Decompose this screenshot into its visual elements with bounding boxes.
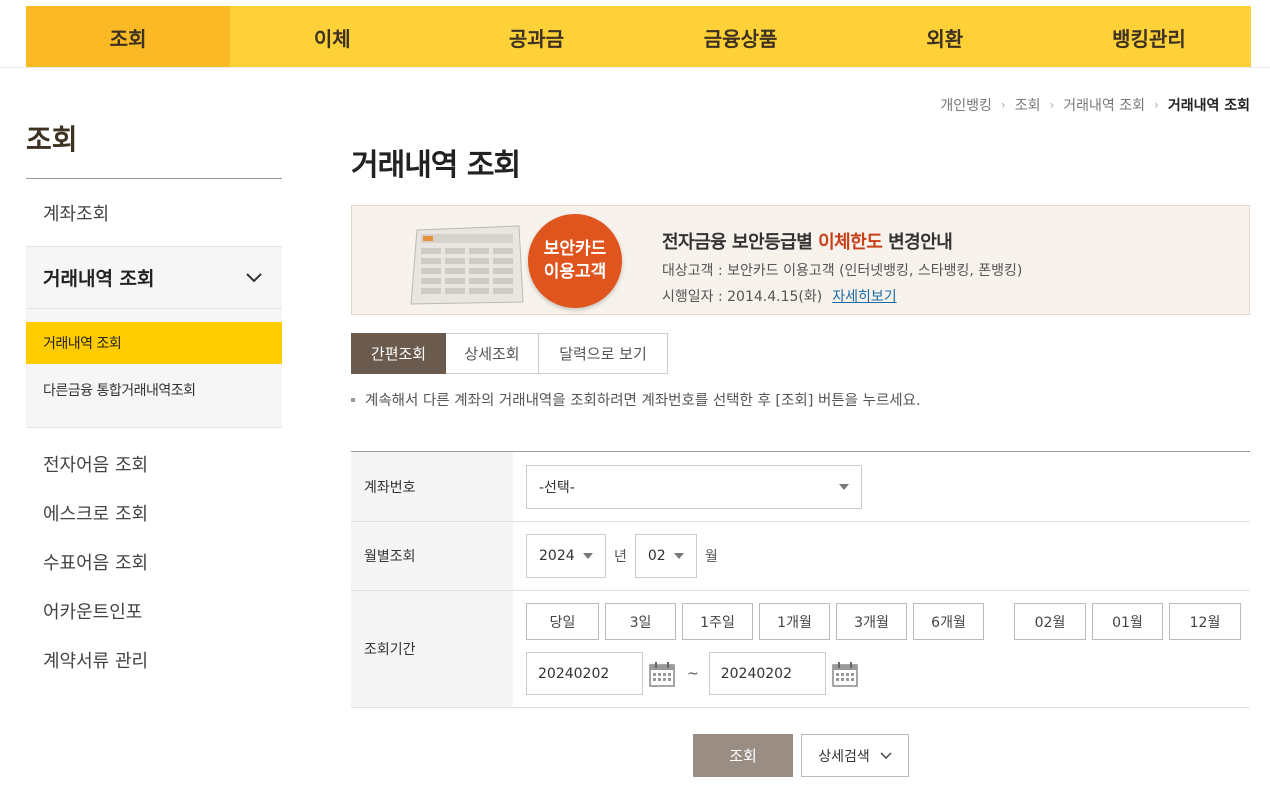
tab-simple-inquiry[interactable]: 간편조회 (351, 333, 446, 374)
sidebar-title: 조회 (26, 123, 78, 156)
chevron-down-icon (246, 272, 262, 282)
breadcrumb: 개인뱅킹 › 조회 › 거래내역 조회 › 거래내역 조회 (940, 95, 1250, 115)
period-label: 조회기간 (351, 591, 513, 707)
sidebar-item-contract-documents[interactable]: 계약서류 관리 (26, 635, 282, 684)
global-nav: 조회 이체 공과금 금융상품 외환 뱅킹관리 (26, 6, 1251, 68)
month-select[interactable]: 02 (634, 534, 697, 578)
security-notice-banner: 보안카드 이용고객 전자금융 보안등급별 이체한도 변경안내 대상고객 : 보안… (351, 205, 1250, 315)
banner-date-row: 시행일자 : 2014.4.15(화) 자세히보기 (662, 286, 1022, 306)
headline-highlight: 이체한도 (818, 232, 883, 253)
sidebar-group-transaction-history: 거래내역 조회 거래내역 조회 다른금융 통합거래내역조회 (26, 247, 282, 428)
account-cell: -선택- (513, 452, 1250, 521)
month-select-value: 02 (647, 548, 666, 564)
gnb-item-utility-bills[interactable]: 공과금 (434, 6, 638, 68)
year-unit: 년 (614, 549, 627, 565)
sidebar: 계좌조회 거래내역 조회 거래내역 조회 다른금융 통합거래내역조회 전자어음 … (26, 179, 282, 684)
caret-down-icon (583, 553, 593, 559)
sidebar-group-label: 거래내역 조회 (43, 268, 155, 290)
account-select-value: -선택- (539, 479, 575, 496)
headline-text: 전자금융 보안등급별 (662, 232, 819, 253)
bullet-icon (351, 397, 355, 402)
chevron-right-icon: › (1000, 98, 1006, 112)
period-button-row: 당일 3일 1주일 1개월 3개월 6개월 02월 01월 12월 (526, 603, 1247, 640)
sidebar-subitem-transaction-history[interactable]: 거래내역 조회 (26, 322, 282, 364)
gnb-item-financial-products[interactable]: 금융상품 (639, 6, 843, 68)
sidebar-item-account-info[interactable]: 어카운트인포 (26, 586, 282, 635)
period-today-button[interactable]: 당일 (526, 603, 599, 640)
sidebar-item-account-inquiry[interactable]: 계좌조회 (26, 179, 282, 247)
period-cell: 당일 3일 1주일 1개월 3개월 6개월 02월 01월 12월 202402… (513, 591, 1250, 707)
banner-date-line: 시행일자 : 2014.4.15(화) (662, 289, 823, 305)
detail-search-button[interactable]: 상세검색 (801, 734, 909, 777)
gnb-item-inquiry[interactable]: 조회 (26, 6, 231, 68)
inquiry-tabs: 간편조회 상세조회 달력으로 보기 (351, 333, 668, 374)
search-button[interactable]: 조회 (693, 734, 793, 777)
gnb-item-transfer[interactable]: 이체 (230, 6, 434, 68)
monthly-cell: 2024 년 02 월 (513, 522, 1250, 590)
notice-text: 계속해서 다른 계좌의 거래내역을 조회하려면 계좌번호를 선택한 후 [조회]… (365, 393, 921, 409)
account-select[interactable]: -선택- (526, 464, 862, 509)
notice: 계속해서 다른 계좌의 거래내역을 조회하려면 계좌번호를 선택한 후 [조회]… (351, 389, 921, 410)
sidebar-rest: 전자어음 조회 에스크로 조회 수표어음 조회 어카운트인포 계약서류 관리 (26, 428, 282, 684)
month-unit: 월 (704, 549, 718, 565)
badge-line: 보안카드 (543, 239, 607, 260)
month-jan-button[interactable]: 01월 (1092, 603, 1163, 640)
sidebar-item-check-bill[interactable]: 수표어음 조회 (26, 537, 282, 586)
badge-line: 이용고객 (543, 262, 607, 282)
sidebar-item-electronic-bill[interactable]: 전자어음 조회 (26, 439, 282, 488)
headline-text: 변경안내 (882, 232, 953, 253)
gnb-divider (0, 67, 1270, 68)
calendar-icon[interactable] (649, 661, 675, 687)
sidebar-subitem-integrated-history[interactable]: 다른금융 통합거래내역조회 (26, 369, 282, 411)
tab-detailed-inquiry[interactable]: 상세조회 (446, 333, 539, 374)
chevron-right-icon: › (1049, 98, 1055, 112)
form-row-period: 조회기간 당일 3일 1주일 1개월 3개월 6개월 02월 01월 12월 2… (351, 591, 1250, 708)
period-6months-button[interactable]: 6개월 (913, 603, 984, 640)
detail-search-label: 상세검색 (818, 748, 870, 765)
banner-headline: 전자금융 보안등급별 이체한도 변경안내 (662, 228, 1022, 254)
year-select[interactable]: 2024 (526, 534, 606, 578)
breadcrumb-current: 거래내역 조회 (1167, 98, 1250, 114)
monthly-label: 월별조회 (351, 522, 513, 590)
sidebar-group-header[interactable]: 거래내역 조회 (26, 247, 282, 309)
details-link[interactable]: 자세히보기 (832, 289, 896, 305)
tab-calendar-view[interactable]: 달력으로 보기 (539, 333, 668, 374)
period-1week-button[interactable]: 1주일 (682, 603, 753, 640)
period-3days-button[interactable]: 3일 (605, 603, 676, 640)
breadcrumb-item[interactable]: 거래내역 조회 (1063, 95, 1145, 115)
chevron-down-icon (880, 751, 892, 759)
chevron-right-icon: › (1154, 98, 1159, 112)
gnb-item-banking-management[interactable]: 뱅킹관리 (1047, 6, 1251, 68)
banner-target-line: 대상고객 : 보안카드 이용고객 (인터넷뱅킹, 스타뱅킹, 폰뱅킹) (662, 263, 1023, 279)
security-card-icon (410, 225, 524, 305)
breadcrumb-item[interactable]: 조회 (1015, 95, 1041, 115)
period-3months-button[interactable]: 3개월 (836, 603, 907, 640)
form-row-account: 계좌번호 -선택- (351, 452, 1250, 522)
account-label: 계좌번호 (351, 452, 513, 521)
security-card-badge: 보안카드 이용고객 (528, 214, 622, 308)
breadcrumb-item[interactable]: 개인뱅킹 (940, 95, 992, 115)
date-range-separator: ~ (687, 665, 699, 682)
page-title: 거래내역 조회 (351, 148, 521, 183)
caret-down-icon (839, 483, 849, 490)
inquiry-form: 계좌번호 -선택- 월별조회 2024 년 02 월 조회기간 당일 3일 1주… (351, 451, 1250, 708)
date-range-row: 20240202 ~ 20240202 (526, 652, 864, 695)
calendar-icon[interactable] (831, 661, 858, 687)
banner-text: 전자금융 보안등급별 이체한도 변경안내 대상고객 : 보안카드 이용고객 (인… (662, 228, 1022, 306)
form-row-monthly: 월별조회 2024 년 02 월 (351, 522, 1250, 591)
start-date-input[interactable]: 20240202 (526, 652, 643, 695)
caret-down-icon (673, 553, 684, 559)
sidebar-submenu: 거래내역 조회 다른금융 통합거래내역조회 (26, 309, 282, 428)
year-select-value: 2024 (539, 548, 575, 564)
gnb-item-foreign-exchange[interactable]: 외환 (843, 6, 1047, 68)
end-date-input[interactable]: 20240202 (708, 652, 826, 695)
period-1month-button[interactable]: 1개월 (759, 603, 830, 640)
month-dec-button[interactable]: 12월 (1169, 603, 1241, 640)
sidebar-item-escrow[interactable]: 에스크로 조회 (26, 488, 282, 537)
month-feb-button[interactable]: 02월 (1014, 603, 1086, 640)
